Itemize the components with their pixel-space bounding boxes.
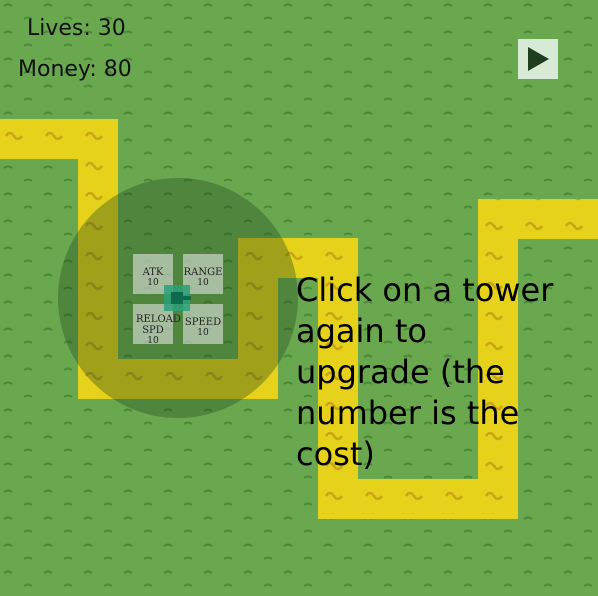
tower-icon[interactable]	[162, 283, 192, 313]
upgrade-cost: 10	[197, 328, 209, 338]
upgrade-cost: 10	[147, 336, 159, 346]
tutorial-message: Click on a tower again to upgrade (the n…	[296, 271, 554, 473]
money-counter: Money: 80	[18, 57, 132, 82]
play-icon	[528, 47, 549, 71]
upgrade-label: ATK	[142, 267, 164, 278]
upgrade-label: SPEED	[184, 317, 222, 328]
upgrade-label: RANGE	[183, 267, 223, 278]
game-board[interactable]: Lives: 30 Money: 80 ATK 10 RANGE 10 RELO…	[0, 0, 598, 596]
play-button[interactable]	[518, 39, 558, 79]
upgrade-label: RELOAD SPD	[136, 314, 181, 336]
lives-counter: Lives: 30	[27, 16, 126, 41]
